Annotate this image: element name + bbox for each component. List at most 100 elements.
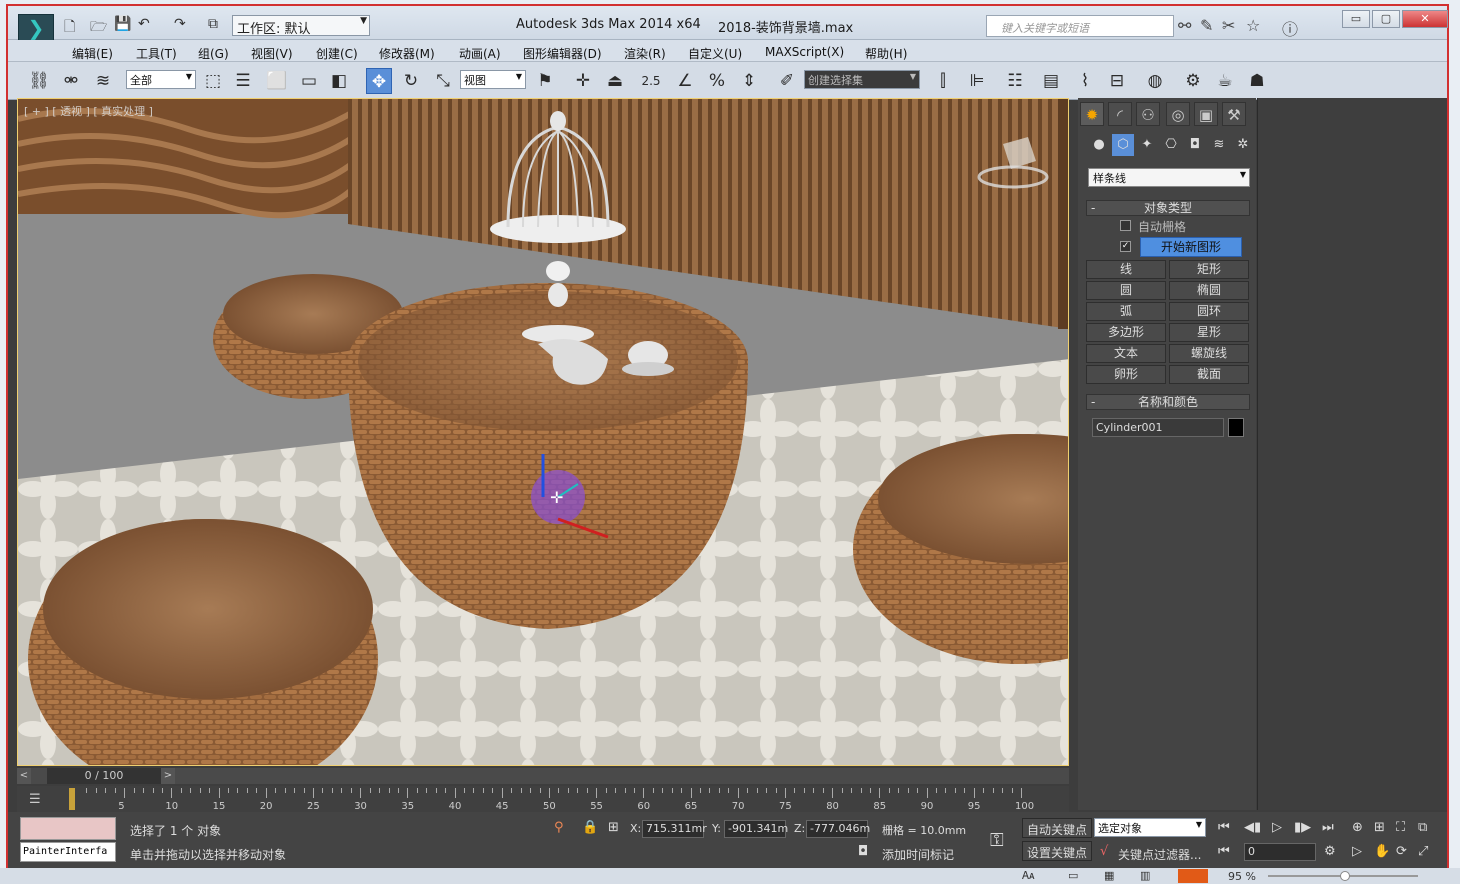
menu-maxscript[interactable]: MAXScript(X) xyxy=(765,45,844,59)
key-filters-button[interactable]: 关键点过滤器... xyxy=(1118,846,1201,863)
current-frame-field[interactable]: 0 xyxy=(1244,843,1316,861)
select-object-icon[interactable]: ⬚ xyxy=(200,68,226,94)
curve-editor-mini-icon[interactable]: ☰ xyxy=(29,792,41,807)
menu-group[interactable]: 组(G) xyxy=(198,45,229,62)
zoom-extents-icon[interactable]: ⛶ xyxy=(1396,820,1405,835)
motion-tab-icon[interactable]: ◎ xyxy=(1166,102,1190,126)
next-frame-icon[interactable]: ▮▶ xyxy=(1294,820,1311,835)
orbit-icon[interactable]: ⟳ xyxy=(1396,844,1407,859)
time-prev-button[interactable]: < xyxy=(17,768,31,784)
project-folder-icon[interactable]: ⧉ xyxy=(208,16,218,32)
space-warps-icon[interactable]: ≋ xyxy=(1208,134,1230,156)
help-icon[interactable]: ⓘ xyxy=(1282,16,1298,40)
schematic-view-icon[interactable]: ⊟ xyxy=(1104,68,1130,94)
menu-animation[interactable]: 动画(A) xyxy=(459,45,501,62)
selection-lock-icon[interactable]: 🔒 xyxy=(582,820,598,835)
create-tab-icon[interactable]: ✹ xyxy=(1080,102,1104,126)
named-selection-set-dropdown[interactable]: 创建选择集 ▼ xyxy=(804,70,920,89)
systems-icon[interactable]: ✲ xyxy=(1232,134,1254,156)
section-button[interactable]: 截面 xyxy=(1169,365,1249,384)
z-coordinate-field[interactable]: -777.046m xyxy=(806,820,870,838)
hierarchy-tab-icon[interactable]: ⚇ xyxy=(1136,102,1160,126)
lights-icon[interactable]: ✦ xyxy=(1136,134,1158,156)
rect-select-icon[interactable]: ▭ xyxy=(296,68,322,94)
zoom-all-icon[interactable]: ⊞ xyxy=(1374,820,1385,835)
select-link-icon[interactable]: ⛓ xyxy=(26,68,52,94)
window-crossing-icon[interactable]: ◧ xyxy=(326,68,352,94)
object-type-rollout-header[interactable]: - 对象类型 xyxy=(1086,200,1250,216)
maxscript-mini-listener[interactable]: PainterInterfa xyxy=(20,842,116,862)
layer-manager-icon[interactable]: ☷ xyxy=(1002,68,1028,94)
favorites-star-icon[interactable]: ☆ xyxy=(1246,16,1260,35)
line-button[interactable]: 线 xyxy=(1086,260,1166,279)
shapes-icon[interactable]: ⬡ xyxy=(1112,134,1134,156)
add-time-tag-button[interactable]: 添加时间标记 xyxy=(882,846,954,863)
search-input[interactable]: 键入关键字或短语 xyxy=(986,15,1174,37)
zoom-icon[interactable]: ⊕ xyxy=(1352,820,1363,835)
redo-icon[interactable]: ↷ xyxy=(174,16,186,32)
new-file-icon[interactable]: 🗋 xyxy=(64,16,75,40)
star-button[interactable]: 星形 xyxy=(1169,323,1249,342)
align-icon[interactable]: ⊫ xyxy=(964,68,990,94)
close-button[interactable]: ✕ xyxy=(1402,10,1448,28)
menu-create[interactable]: 创建(C) xyxy=(316,45,358,62)
edit-named-selection-icon[interactable]: ✐ xyxy=(774,68,800,94)
select-region-icon[interactable]: ⬜ xyxy=(264,68,290,94)
render-production-icon[interactable]: ☗ xyxy=(1244,68,1270,94)
menu-customize[interactable]: 自定义(U) xyxy=(688,45,742,62)
app-logo-icon[interactable]: ❯ xyxy=(18,14,54,42)
view-normal-icon[interactable]: ▭ xyxy=(1068,869,1078,882)
view-book-icon[interactable]: ▥ xyxy=(1140,869,1150,882)
go-to-start-icon[interactable]: ⏮ xyxy=(1218,820,1230,835)
circle-button[interactable]: 圆 xyxy=(1086,281,1166,300)
play-icon[interactable]: ▷ xyxy=(1272,820,1282,835)
isolate-selection-icon[interactable]: ⚲ xyxy=(554,820,564,835)
mirror-icon[interactable]: ⫿ xyxy=(930,68,956,94)
select-by-name-icon[interactable]: ☰ xyxy=(230,68,256,94)
display-tab-icon[interactable]: ▣ xyxy=(1194,102,1218,126)
key-filter-icon[interactable]: √ xyxy=(1100,844,1108,859)
object-name-field[interactable]: Cylinder001 xyxy=(1092,418,1224,437)
start-new-shape-button[interactable]: 开始新图形 xyxy=(1140,237,1242,257)
go-to-end-icon[interactable]: ⏭ xyxy=(1322,820,1334,835)
pivot-center-icon[interactable]: ⚑ xyxy=(532,68,558,94)
material-editor-icon[interactable]: ◍ xyxy=(1142,68,1168,94)
zoom-extents-all-icon[interactable]: ⧉ xyxy=(1418,820,1427,835)
time-tag-icon[interactable]: ◘ xyxy=(858,844,868,859)
viewport-label[interactable]: [ + ] [ 透视 ] [ 真实处理 ] xyxy=(24,103,153,119)
cameras-icon[interactable]: ⎔ xyxy=(1160,134,1182,156)
category-dropdown[interactable]: 样条线 ▼ xyxy=(1088,168,1250,187)
key-mode-dropdown[interactable]: 选定对象 ▼ xyxy=(1094,818,1206,837)
keyboard-shortcut-override-icon[interactable]: ⏏ xyxy=(602,68,628,94)
utilities-tab-icon[interactable]: ⚒ xyxy=(1222,102,1246,126)
helpers-icon[interactable]: ◘ xyxy=(1184,134,1206,156)
angle-snap-icon[interactable]: ∠ xyxy=(672,68,698,94)
geometry-icon[interactable]: ● xyxy=(1088,134,1110,156)
record-button[interactable] xyxy=(1178,869,1208,883)
percent-snap-icon[interactable]: % xyxy=(704,68,730,94)
text-button[interactable]: 文本 xyxy=(1086,344,1166,363)
ime-icon[interactable]: 🗛 xyxy=(1022,869,1034,883)
set-key-button[interactable]: 设置关键点 xyxy=(1022,841,1093,861)
ellipse-button[interactable]: 椭圆 xyxy=(1169,281,1249,300)
absolute-mode-icon[interactable]: ⊞ xyxy=(608,820,619,835)
menu-views[interactable]: 视图(V) xyxy=(251,45,293,62)
maximize-viewport-icon[interactable]: ⤢ xyxy=(1418,844,1428,859)
rotate-icon[interactable]: ↻ xyxy=(398,68,424,94)
save-file-icon[interactable]: 💾 xyxy=(114,16,131,32)
spinner-snap-icon[interactable]: ⇕ xyxy=(736,68,762,94)
time-configuration-icon[interactable]: ⚙ xyxy=(1324,844,1336,859)
scale-icon[interactable]: ⤡ xyxy=(430,68,456,94)
workspace-dropdown[interactable]: 工作区: 默认 ▼ xyxy=(232,15,370,37)
egg-button[interactable]: 卵形 xyxy=(1086,365,1166,384)
menu-tools[interactable]: 工具(T) xyxy=(136,45,177,62)
arc-button[interactable]: 弧 xyxy=(1086,302,1166,321)
maximize-button[interactable]: ▢ xyxy=(1372,10,1400,28)
name-color-rollout-header[interactable]: - 名称和颜色 xyxy=(1086,394,1250,410)
perspective-viewport[interactable]: ✛ [ + ] [ 透视 ] [ 真实处理 ] xyxy=(17,98,1069,766)
time-slider[interactable]: < 0 / 100 > xyxy=(17,768,1069,784)
bind-spacewarp-icon[interactable]: ≋ xyxy=(90,68,116,94)
graphite-ribbon-icon[interactable]: ▤ xyxy=(1038,68,1064,94)
menu-rendering[interactable]: 渲染(R) xyxy=(624,45,666,62)
time-cursor[interactable] xyxy=(69,788,75,810)
